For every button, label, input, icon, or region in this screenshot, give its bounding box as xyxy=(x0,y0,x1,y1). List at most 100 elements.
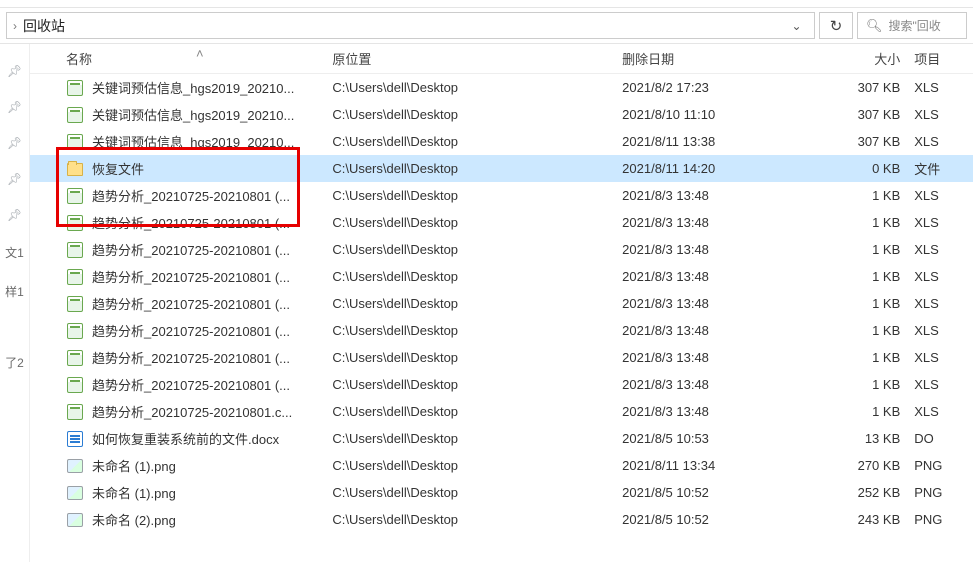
xls-icon xyxy=(66,133,84,151)
file-row[interactable]: 未命名 (1).pngC:\Users\dell\Desktop2021/8/5… xyxy=(30,479,973,506)
sidebar-label[interactable]: 了2 xyxy=(5,354,24,371)
file-row[interactable]: 恢复文件C:\Users\dell\Desktop2021/8/11 14:20… xyxy=(30,155,973,182)
file-name: 趋势分析_20210725-20210801 (... xyxy=(92,294,290,313)
file-row[interactable]: 趋势分析_20210725-20210801 (... C:\Users\dell… xyxy=(30,317,973,344)
file-row[interactable]: 未命名 (2).pngC:\Users\dell\Desktop2021/8/5… xyxy=(30,506,973,533)
search-icon: 🔍︎ xyxy=(866,18,883,34)
col-header-location[interactable]: 原位置 xyxy=(332,49,622,68)
file-location: C:\Users\dell\Desktop xyxy=(332,134,622,149)
file-name: 关键词预估信息_hgs2019_20210... xyxy=(92,132,294,151)
file-size: 307 KB xyxy=(826,80,914,95)
file-list[interactable]: 关键词预估信息_hgs2019_20210... C:\Users\dell\De… xyxy=(30,74,973,562)
chevron-down-icon[interactable]: ⌄ xyxy=(784,19,808,33)
file-location: C:\Users\dell\Desktop xyxy=(332,80,622,95)
file-date: 2021/8/3 13:48 xyxy=(622,377,826,392)
file-type: XLS xyxy=(914,296,973,311)
file-type: XLS xyxy=(914,350,973,365)
file-size: 307 KB xyxy=(826,107,914,122)
file-row[interactable]: 关键词预估信息_hgs2019_20210... C:\Users\dell\De… xyxy=(30,128,973,155)
doc-icon xyxy=(66,430,84,448)
file-row[interactable]: 趋势分析_20210725-20210801 (... C:\Users\dell… xyxy=(30,371,973,398)
file-type: 文件 xyxy=(914,159,973,178)
file-type: XLS xyxy=(914,134,973,149)
file-location: C:\Users\dell\Desktop xyxy=(332,512,622,527)
file-date: 2021/8/10 11:10 xyxy=(622,107,826,122)
file-type: XLS xyxy=(914,188,973,203)
main: 📌︎ 📌︎ 📌︎ 📌︎ 📌︎ 文1 样1 了2 名称 ˄ 原位置 删除日期 大小… xyxy=(0,44,973,562)
file-size: 1 KB xyxy=(826,242,914,257)
file-type: XLS xyxy=(914,107,973,122)
file-name: 趋势分析_20210725-20210801 (... xyxy=(92,186,290,205)
file-date: 2021/8/3 13:48 xyxy=(622,242,826,257)
file-row[interactable]: 趋势分析_20210725-20210801.c...C:\Users\dell… xyxy=(30,398,973,425)
file-row[interactable]: 趋势分析_20210725-20210801 (...C:\Users\dell… xyxy=(30,182,973,209)
file-date: 2021/8/11 13:38 xyxy=(622,134,826,149)
file-name: 趋势分析_20210725-20210801 (... xyxy=(92,240,290,259)
file-location: C:\Users\dell\Desktop xyxy=(332,377,622,392)
png-icon xyxy=(66,484,84,502)
file-location: C:\Users\dell\Desktop xyxy=(332,323,622,338)
sort-arrow-icon: ˄ xyxy=(196,46,204,61)
file-date: 2021/8/11 14:20 xyxy=(622,161,826,176)
file-date: 2021/8/5 10:53 xyxy=(622,431,826,446)
pin-icon[interactable]: 📌︎ xyxy=(8,100,22,114)
titlebar-strip xyxy=(0,0,973,8)
pin-icon[interactable]: 📌︎ xyxy=(8,136,22,150)
file-row[interactable]: 关键词预估信息_hgs2019_20210...C:\Users\dell\De… xyxy=(30,101,973,128)
xls-icon xyxy=(66,376,84,394)
file-row[interactable]: 趋势分析_20210725-20210801 (... C:\Users\dell… xyxy=(30,236,973,263)
file-row[interactable]: 趋势分析_20210725-20210801 (...C:\Users\dell… xyxy=(30,344,973,371)
file-type: XLS xyxy=(914,404,973,419)
file-size: 13 KB xyxy=(826,431,914,446)
file-size: 1 KB xyxy=(826,323,914,338)
col-header-size[interactable]: 大小 xyxy=(826,49,914,68)
file-size: 307 KB xyxy=(826,134,914,149)
pin-icon[interactable]: 📌︎ xyxy=(8,64,22,78)
address-title[interactable]: 回收站 xyxy=(23,16,65,36)
pin-icon[interactable]: 📌︎ xyxy=(8,172,22,186)
refresh-button[interactable]: ↻ xyxy=(819,12,853,39)
file-type: DO xyxy=(914,431,973,446)
file-type: XLS xyxy=(914,242,973,257)
file-size: 0 KB xyxy=(826,161,914,176)
window: › 回收站 ⌄ ↻ 🔍︎ 搜索"回收 📌︎ 📌︎ 📌︎ 📌︎ 📌︎ 文1 样1 … xyxy=(0,0,973,562)
file-type: XLS xyxy=(914,80,973,95)
sidebar-label[interactable]: 文1 xyxy=(5,244,24,261)
file-row[interactable]: 如何恢复重装系统前的文件.docxC:\Users\dell\Desktop20… xyxy=(30,425,973,452)
col-header-type[interactable]: 项目 xyxy=(914,49,973,68)
col-header-date[interactable]: 删除日期 xyxy=(622,49,826,68)
col-header-name[interactable]: 名称 ˄ xyxy=(66,49,332,68)
pin-icon[interactable]: 📌︎ xyxy=(8,208,22,222)
file-name: 趋势分析_20210725-20210801 (... xyxy=(92,375,290,394)
file-size: 1 KB xyxy=(826,404,914,419)
file-row[interactable]: 趋势分析_20210725-20210801 (...C:\Users\dell… xyxy=(30,263,973,290)
file-size: 1 KB xyxy=(826,377,914,392)
file-name: 关键词预估信息_hgs2019_20210... xyxy=(92,78,294,97)
file-name: 未命名 (1).png xyxy=(92,483,176,502)
file-type: PNG xyxy=(914,512,973,527)
file-row[interactable]: 趋势分析_20210725-20210801 (...C:\Users\dell… xyxy=(30,290,973,317)
file-location: C:\Users\dell\Desktop xyxy=(332,431,622,446)
file-row[interactable]: 关键词预估信息_hgs2019_20210... C:\Users\dell\De… xyxy=(30,74,973,101)
sidebar-label[interactable]: 样1 xyxy=(5,283,24,300)
file-name: 未命名 (1).png xyxy=(92,456,176,475)
file-location: C:\Users\dell\Desktop xyxy=(332,269,622,284)
file-row[interactable]: 趋势分析_20210725-20210801 (...C:\Users\dell… xyxy=(30,209,973,236)
xls-icon xyxy=(66,349,84,367)
search-input[interactable]: 🔍︎ 搜索"回收 xyxy=(857,12,967,39)
file-location: C:\Users\dell\Desktop xyxy=(332,242,622,257)
file-location: C:\Users\dell\Desktop xyxy=(332,458,622,473)
folder-icon xyxy=(66,160,84,178)
file-date: 2021/8/3 13:48 xyxy=(622,350,826,365)
xls-icon xyxy=(66,322,84,340)
file-date: 2021/8/2 17:23 xyxy=(622,80,826,95)
search-placeholder: 搜索"回收 xyxy=(889,17,941,34)
file-name: 趋势分析_20210725-20210801 (... xyxy=(92,321,290,340)
file-size: 1 KB xyxy=(826,350,914,365)
xls-icon xyxy=(66,214,84,232)
xls-icon xyxy=(66,295,84,313)
file-row[interactable]: 未命名 (1).pngC:\Users\dell\Desktop2021/8/1… xyxy=(30,452,973,479)
address-bar[interactable]: › 回收站 ⌄ xyxy=(6,12,815,39)
file-size: 1 KB xyxy=(826,188,914,203)
file-size: 1 KB xyxy=(826,269,914,284)
